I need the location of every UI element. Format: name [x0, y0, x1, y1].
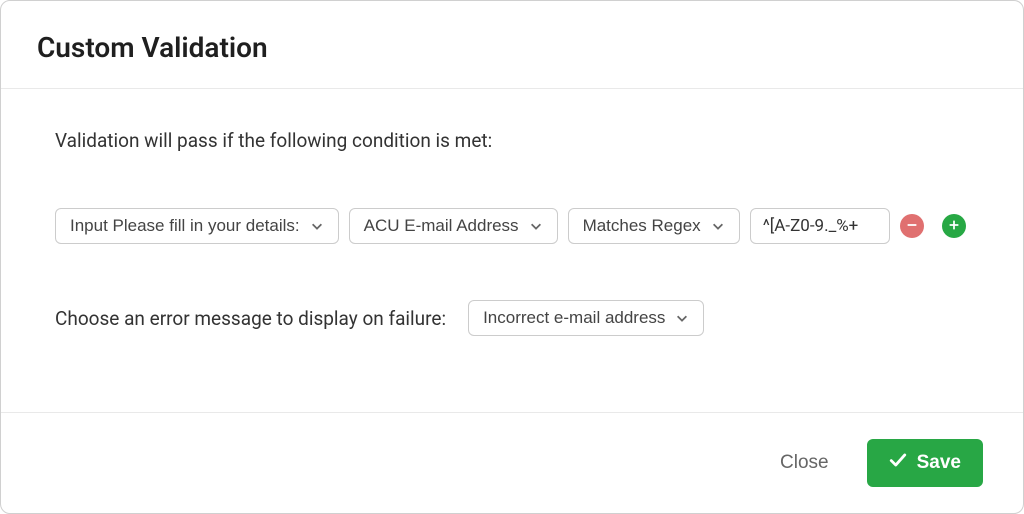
save-button[interactable]: Save	[867, 439, 983, 487]
chevron-down-icon	[310, 219, 324, 233]
remove-condition-button[interactable]	[900, 214, 924, 238]
field-select[interactable]: ACU E-mail Address	[349, 208, 558, 244]
save-button-label: Save	[917, 452, 961, 474]
error-message-label: Choose an error message to display on fa…	[55, 307, 446, 330]
field-select-label: ACU E-mail Address	[364, 216, 519, 236]
error-message-select-label: Incorrect e-mail address	[483, 308, 665, 328]
add-condition-button[interactable]	[942, 214, 966, 238]
modal-body: Validation will pass if the following co…	[1, 89, 1023, 412]
custom-validation-modal: Custom Validation Validation will pass i…	[0, 0, 1024, 514]
source-select[interactable]: Input Please fill in your details:	[55, 208, 339, 244]
modal-footer: Close Save	[1, 412, 1023, 513]
regex-value-input[interactable]	[750, 208, 890, 244]
source-select-label: Input Please fill in your details:	[70, 216, 300, 236]
chevron-down-icon	[529, 219, 543, 233]
close-button[interactable]: Close	[770, 444, 839, 482]
error-message-select[interactable]: Incorrect e-mail address	[468, 300, 704, 336]
minus-icon	[905, 218, 919, 235]
modal-header: Custom Validation	[1, 1, 1023, 89]
plus-icon	[947, 218, 961, 235]
chevron-down-icon	[711, 219, 725, 233]
check-icon	[889, 451, 907, 475]
operator-select[interactable]: Matches Regex	[568, 208, 740, 244]
condition-row: Input Please fill in your details: ACU E…	[55, 208, 969, 244]
operator-select-label: Matches Regex	[583, 216, 701, 236]
condition-description: Validation will pass if the following co…	[55, 129, 969, 152]
chevron-down-icon	[675, 311, 689, 325]
modal-title: Custom Validation	[37, 31, 987, 64]
error-message-row: Choose an error message to display on fa…	[55, 300, 969, 336]
